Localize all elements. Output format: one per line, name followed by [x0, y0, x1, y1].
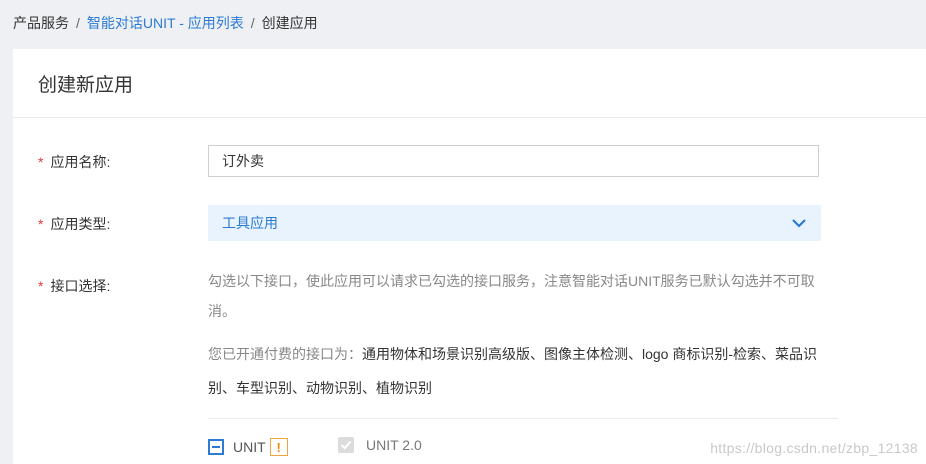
unit-checkbox[interactable] — [208, 439, 224, 455]
chevron-down-icon — [791, 215, 807, 231]
create-app-card: 创建新应用 * 应用名称: 订外卖 * 应用类型: 工具应用 * 接口选择: 勾选以下… — [13, 49, 926, 464]
required-mark: * — [38, 278, 44, 294]
breadcrumb-products[interactable]: 产品服务 — [13, 15, 69, 31]
unit2-checkbox — [338, 437, 354, 453]
paid-apis-prefix: 您已开通付费的接口为： — [208, 346, 362, 362]
app-type-value: 工具应用 — [222, 215, 278, 231]
required-mark: * — [38, 216, 44, 232]
api-select-label: * 接口选择: — [38, 278, 111, 294]
app-name-label: * 应用名称: — [38, 154, 111, 170]
app-name-input[interactable]: 订外卖 — [208, 145, 819, 177]
breadcrumb-separator: / — [250, 15, 255, 31]
watermark: https://blog.csdn.net/zbp_12138 — [710, 440, 918, 456]
divider — [208, 418, 838, 419]
breadcrumb-separator: / — [76, 15, 80, 31]
app-type-select[interactable]: 工具应用 — [208, 205, 821, 241]
unit2-label: UNIT 2.0 — [366, 437, 422, 453]
unit-label: UNIT — [233, 439, 266, 455]
warning-icon[interactable]: ! — [269, 438, 288, 456]
option-unit2: UNIT 2.0 — [338, 437, 422, 453]
required-mark: * — [38, 154, 44, 170]
card-title: 创建新应用 — [13, 49, 926, 118]
paid-apis-text: 您已开通付费的接口为：通用物体和场景识别高级版、图像主体检测、logo 商标识别… — [208, 337, 838, 405]
api-description: 勾选以下接口，使此应用可以请求已勾选的接口服务，注意智能对话UNIT服务已默认勾… — [208, 273, 815, 319]
breadcrumb-current: 创建应用 — [261, 15, 318, 31]
breadcrumb-unit-app-list[interactable]: 智能对话UNIT - 应用列表 — [87, 15, 244, 31]
app-type-label: * 应用类型: — [38, 216, 111, 232]
breadcrumb: 产品服务 / 智能对话UNIT - 应用列表 / 创建应用 — [13, 14, 318, 32]
option-unit[interactable]: UNIT ! — [208, 438, 288, 456]
